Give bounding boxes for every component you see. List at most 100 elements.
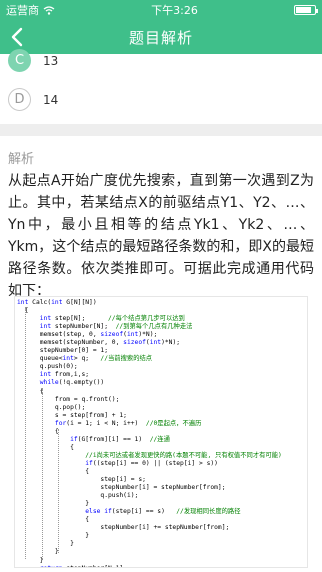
code-token: memset(stepNumber, 0, (17, 339, 124, 347)
code-token: //当前搜索的结点 (100, 355, 153, 363)
code-line: s = step[from] + 1; (17, 412, 307, 420)
code-token: queue< (17, 355, 63, 363)
code-token: //i尚未可达或者发现更快的路(本题不可能, 只有权值不同才有可能) (85, 451, 282, 459)
chevron-left-icon (11, 27, 23, 47)
code-token: s = step[from] + 1; (17, 411, 127, 419)
status-right (293, 5, 318, 15)
back-button[interactable] (6, 24, 28, 50)
code-token: ((step[i] == 0) || (step[i] > s)) (92, 459, 218, 467)
code-line: } (17, 540, 307, 548)
code-token: q.push(i); (17, 492, 139, 500)
code-line: { (17, 444, 307, 452)
code-line: stepNumber[i] = stepNumber[from]; (17, 484, 307, 492)
option-letter: D (8, 88, 31, 111)
code-guide-line (25, 307, 26, 559)
code-token: //每个结点第几步可以达到 (108, 315, 185, 323)
option-text: 14 (43, 92, 59, 107)
code-line: } (17, 548, 307, 556)
code-line: for(i = 1; i < N; i++) //0是起点，不遍历 (17, 420, 307, 428)
code-token: sizeof (100, 331, 124, 339)
code-token: { (17, 516, 90, 524)
code-token: int (62, 355, 74, 363)
code-token: { (17, 387, 44, 395)
option-text: 13 (43, 53, 59, 68)
code-line: } (17, 532, 307, 540)
code-line: { (17, 307, 307, 315)
code-line: int step[N]; //每个结点第几步可以达到 (17, 315, 307, 323)
code-token: if (85, 459, 93, 467)
code-line: q.push(i); (17, 492, 307, 500)
code-token: return (40, 565, 63, 567)
code-token: Calc( (28, 299, 52, 306)
code-token: (i = 1; i < N; i++) (66, 419, 146, 427)
code-line: queue<int> q; //当前搜索的结点 (17, 355, 307, 363)
code-token: (step[i] == s) (111, 508, 177, 516)
code-line: while(!q.empty()) (17, 379, 307, 387)
code-token: (G[from][i] == 1) (77, 435, 150, 443)
code-token: while (39, 379, 59, 387)
code-token: int (126, 331, 139, 339)
code-token: { (17, 427, 59, 435)
code-token: step[N]; (51, 315, 108, 323)
code-token: G[N][N]) (62, 299, 97, 306)
status-time: 下午3:26 (151, 4, 198, 17)
code-token: sizeof (123, 339, 146, 347)
code-image: int Calc(int G[N][N]) { int step[N]; //每… (14, 296, 308, 568)
code-token: int (39, 315, 52, 323)
code-token: step[i] = s; (17, 476, 146, 484)
code-line: memset(stepNumber, 0, sizeof(int)*N); (17, 339, 307, 347)
code-line: { (17, 516, 307, 524)
section-divider (0, 124, 322, 136)
code-line: from = q.front(); (17, 396, 307, 404)
code-token: stepNumber[N-1]; (63, 565, 127, 567)
code-line: } (17, 557, 307, 565)
code-token: { (17, 467, 90, 475)
code-line: step[i] = s; (17, 476, 307, 484)
code-line: int from,i,s; (17, 371, 307, 379)
code-line: int stepNumber[N]; //到第每个几点有几种走法 (17, 323, 307, 331)
battery-level (295, 7, 312, 13)
code-token: } (17, 548, 59, 556)
status-bar: 运营商 下午3:26 (0, 0, 322, 20)
code-token: } (17, 532, 90, 540)
code-token: stepNumber[i] += stepNumber[from]; (17, 524, 230, 532)
code-token: q.pop(); (17, 403, 86, 411)
code-token: (!q.empty()) (58, 379, 105, 387)
code-token: > q; (73, 355, 101, 363)
code-token: } (17, 556, 44, 564)
code-token: int (39, 323, 52, 331)
code-token: } (17, 500, 90, 508)
code-token: int (149, 339, 162, 347)
code-token: int (51, 299, 63, 306)
option-letter: C (8, 49, 31, 72)
code-token: )*N); (161, 339, 181, 347)
code-token: //到第每个几点有几种走法 (115, 323, 193, 331)
code-line: else if(step[i] == s) //发现相同长度的路径 (17, 508, 307, 516)
code-token: //0是起点，不遍历 (145, 419, 202, 427)
code-line: if((step[i] == 0) || (step[i] > s)) (17, 460, 307, 468)
option-d[interactable]: D 14 (8, 88, 58, 111)
code-line: if(G[from][i] == 1) //连通 (17, 436, 307, 444)
code-line: q.push(0); (17, 363, 307, 371)
code-line: return stepNumber[N-1]; (17, 565, 307, 567)
code-line: { (17, 388, 307, 396)
code-token: q.push(0); (17, 363, 78, 371)
battery-icon (293, 5, 318, 15)
code-token: else if (85, 508, 112, 516)
option-c[interactable]: C 13 (8, 49, 58, 72)
code-token: from,i,s; (51, 371, 90, 379)
code-token: //发现相同长度的路径 (176, 508, 241, 516)
code-token: from = q.front(); (17, 395, 120, 403)
code-token: memset(step, 0, (17, 331, 101, 339)
code-line: q.pop(); (17, 404, 307, 412)
code-token: for (54, 419, 67, 427)
code-token: stepNumber[i] = stepNumber[from]; (17, 484, 226, 492)
